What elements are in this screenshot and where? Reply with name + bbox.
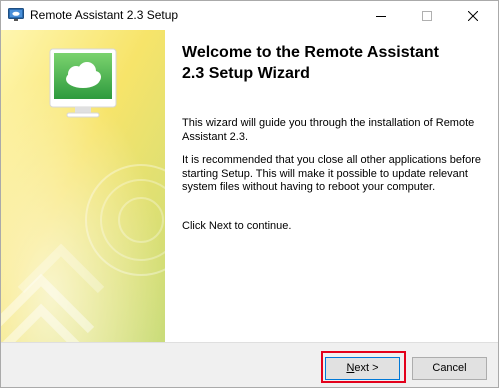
window-title: Remote Assistant 2.3 Setup bbox=[30, 8, 179, 22]
continue-instruction: Click Next to continue. bbox=[182, 220, 292, 232]
welcome-panel: Welcome to the Remote Assistant 2.3 Setu… bbox=[165, 30, 498, 342]
next-button[interactable]: Next > bbox=[325, 357, 400, 380]
wizard-banner bbox=[1, 30, 165, 342]
monitor-cloud-icon bbox=[8, 8, 24, 22]
minimize-button[interactable] bbox=[358, 1, 404, 30]
setup-window: Remote Assistant 2.3 Setup Welcome to th… bbox=[0, 0, 499, 388]
close-button[interactable] bbox=[450, 1, 496, 30]
maximize-button[interactable] bbox=[404, 1, 450, 30]
monitor-cloud-illustration bbox=[49, 48, 117, 118]
cancel-button[interactable]: Cancel bbox=[412, 357, 487, 380]
title-bar[interactable]: Remote Assistant 2.3 Setup bbox=[1, 1, 498, 30]
recommendation-text: It is recommended that you close all oth… bbox=[182, 154, 481, 193]
button-bar: Next > Cancel bbox=[1, 342, 498, 387]
heading-line-1: Welcome to the Remote Assistant bbox=[182, 44, 439, 61]
welcome-heading: Welcome to the Remote Assistant 2.3 Setu… bbox=[182, 42, 482, 84]
heading-line-2: 2.3 Setup Wizard bbox=[182, 65, 310, 82]
intro-text: This wizard will guide you through the i… bbox=[182, 117, 475, 143]
